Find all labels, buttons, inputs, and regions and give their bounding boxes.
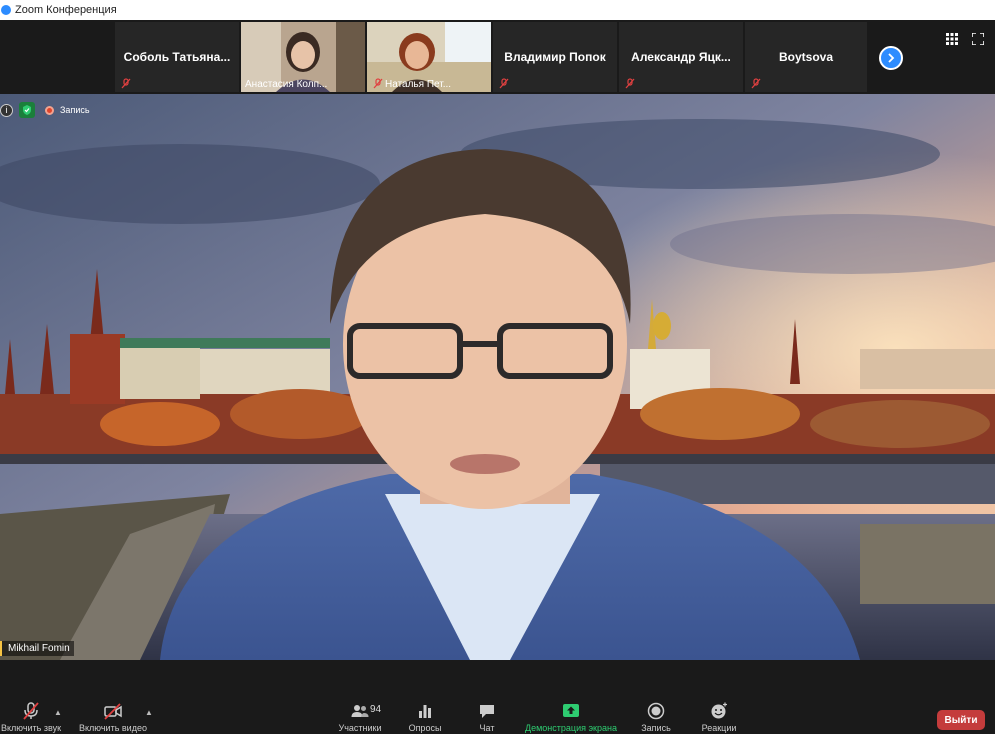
recording-label: Запись bbox=[60, 105, 90, 115]
chevron-right-icon bbox=[888, 53, 895, 63]
polls-bar-chart-icon bbox=[419, 705, 431, 718]
zoom-logo-icon bbox=[1, 5, 11, 15]
participants-count: 94 bbox=[370, 704, 382, 715]
share-screen-label: Демонстрация экрана bbox=[525, 723, 617, 733]
participant-tile[interactable]: Владимир Попок bbox=[493, 22, 617, 92]
participants-icon bbox=[351, 705, 369, 717]
audio-options-chevron-icon[interactable]: ▲ bbox=[54, 708, 62, 717]
active-speaker-video: i Запись Mikhail Fomin bbox=[0, 94, 995, 660]
next-page-button[interactable] bbox=[879, 46, 903, 70]
fullscreen-button[interactable] bbox=[971, 32, 985, 46]
participant-video-tile[interactable]: Наталья Пет... bbox=[367, 22, 491, 92]
share-screen-button[interactable]: Демонстрация экрана bbox=[522, 702, 620, 733]
participant-name: Александр Яцк... bbox=[631, 50, 731, 64]
muted-mic-icon bbox=[121, 78, 131, 89]
participant-name: Наталья Пет... bbox=[385, 79, 452, 90]
muted-mic-icon bbox=[751, 78, 761, 89]
participant-name: Boytsova bbox=[778, 50, 834, 64]
speaker-name-label: Mikhail Fomin bbox=[0, 641, 74, 656]
chat-label: Чат bbox=[479, 723, 495, 733]
participant-tile[interactable]: Boytsova bbox=[745, 22, 867, 92]
polls-label: Опросы bbox=[408, 723, 442, 733]
participant-tile[interactable]: Александр Яцк... bbox=[619, 22, 743, 92]
meeting-indicators: i Запись bbox=[0, 102, 90, 118]
unmute-label: Включить звук bbox=[0, 723, 62, 733]
muted-mic-icon bbox=[625, 78, 635, 89]
record-label: Запись bbox=[641, 723, 671, 733]
muted-microphone-icon bbox=[23, 702, 39, 720]
participant-tile[interactable]: Соболь Татьяна... bbox=[115, 22, 239, 92]
record-icon bbox=[647, 702, 665, 720]
speaker-video-feed bbox=[0, 94, 995, 660]
reactions-button[interactable]: Реакции bbox=[698, 702, 740, 733]
video-options-chevron-icon[interactable]: ▲ bbox=[145, 708, 153, 717]
recording-indicator-icon bbox=[45, 105, 54, 115]
grid-icon bbox=[946, 33, 958, 45]
gallery-strip: Соболь Татьяна... Анастасия Колп... Ната… bbox=[0, 20, 995, 94]
participant-name: Соболь Татьяна... bbox=[123, 50, 231, 64]
share-screen-icon bbox=[563, 704, 579, 717]
chat-bubble-icon bbox=[480, 705, 494, 718]
start-video-label: Включить видео bbox=[79, 723, 147, 733]
gallery-view-button[interactable] bbox=[946, 32, 958, 45]
video-off-icon bbox=[104, 703, 122, 720]
view-controls bbox=[946, 32, 985, 46]
unmute-button[interactable]: Включить звук bbox=[0, 702, 62, 733]
start-video-button[interactable]: Включить видео bbox=[76, 702, 150, 733]
meeting-toolbar: Включить звук ▲ Включить видео ▲ Участни… bbox=[0, 660, 995, 734]
participant-video-tile[interactable]: Анастасия Колп... bbox=[241, 22, 365, 92]
polls-button[interactable]: Опросы bbox=[405, 702, 445, 733]
smiley-reaction-icon bbox=[711, 702, 727, 719]
muted-mic-icon bbox=[499, 78, 509, 89]
record-button[interactable]: Запись bbox=[637, 702, 675, 733]
chat-button[interactable]: Чат bbox=[470, 702, 504, 733]
security-shield-icon[interactable] bbox=[19, 102, 35, 118]
shield-check-icon bbox=[23, 105, 31, 115]
fullscreen-icon bbox=[971, 32, 985, 46]
muted-mic-icon bbox=[373, 78, 383, 89]
participant-name: Владимир Попок bbox=[504, 50, 606, 64]
window-title: Zoom Конференция bbox=[15, 4, 117, 16]
reactions-label: Реакции bbox=[701, 723, 737, 733]
leave-meeting-button[interactable]: Выйти bbox=[937, 710, 985, 730]
participant-name: Анастасия Колп... bbox=[245, 79, 328, 90]
zoom-meeting-window: Соболь Татьяна... Анастасия Колп... Ната… bbox=[0, 20, 995, 734]
window-title-bar: Zoom Конференция bbox=[0, 0, 1000, 20]
participants-label: Участники bbox=[338, 723, 382, 733]
info-icon[interactable]: i bbox=[0, 103, 13, 117]
